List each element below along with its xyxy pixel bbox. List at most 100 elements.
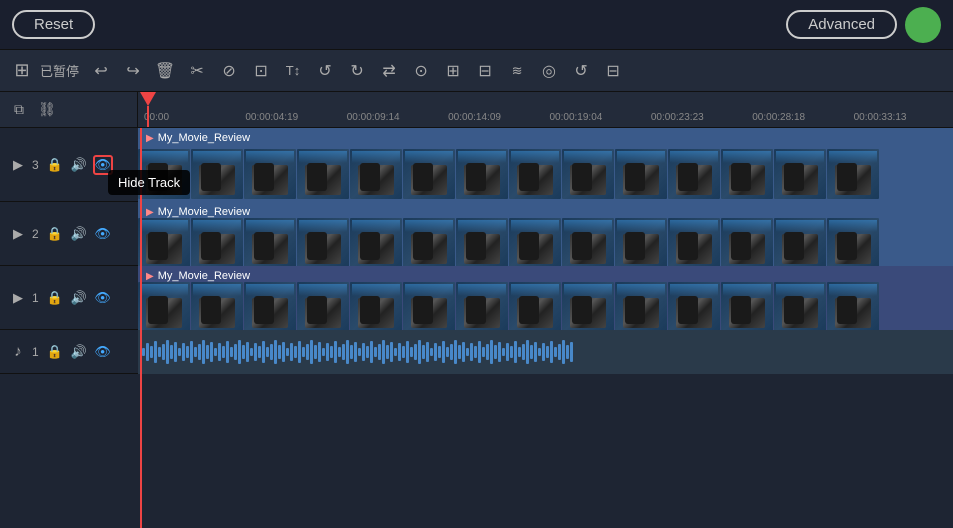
delete-icon[interactable]: 🗑 bbox=[151, 57, 179, 85]
thumb bbox=[827, 218, 879, 266]
thumb bbox=[456, 218, 508, 266]
ruler-mark-7: 00:00:33:13 bbox=[852, 112, 953, 123]
top-bar-right: Advanced bbox=[786, 7, 941, 43]
audio-track-number: 1 bbox=[32, 345, 39, 359]
thumb bbox=[827, 149, 879, 199]
track-1-label: My_Movie_Review bbox=[146, 270, 250, 282]
ruler-mark-6: 00:00:28:18 bbox=[750, 112, 851, 123]
thumb bbox=[297, 218, 349, 266]
track-row-3: ▶ 3 🔒 🔊 👁 My_Movie_Review bbox=[0, 128, 953, 202]
track-1-controls: ▶ 1 🔒 🔊 👁 bbox=[0, 266, 138, 329]
track-3-lock-icon[interactable]: 🔒 bbox=[45, 155, 65, 175]
track-1-lock-icon[interactable]: 🔒 bbox=[45, 288, 65, 308]
audio-waveform bbox=[138, 337, 953, 367]
ruler-mark-0: 00:00 bbox=[142, 112, 243, 123]
ruler-mark-4: 00:00:19:04 bbox=[548, 112, 649, 123]
track-2-video-strip[interactable]: My_Movie_Review bbox=[138, 202, 953, 266]
thumb bbox=[509, 218, 561, 266]
text-icon[interactable]: T↕ bbox=[279, 57, 307, 85]
thumb bbox=[244, 218, 296, 266]
cut-icon[interactable]: ✂ bbox=[183, 57, 211, 85]
target-icon[interactable]: ◎ bbox=[535, 57, 563, 85]
thumb bbox=[721, 218, 773, 266]
thumb bbox=[615, 282, 667, 330]
track-1-play-icon[interactable]: ▶ bbox=[8, 288, 28, 308]
audio-track-controls: ♪ 1 🔒 🔊 👁 bbox=[0, 330, 138, 373]
track-3-volume-icon[interactable]: 🔊 bbox=[69, 155, 89, 175]
track-1-eye-icon[interactable]: 👁 bbox=[93, 288, 113, 308]
thumb bbox=[138, 218, 190, 266]
resize-icon[interactable]: ⊞ bbox=[439, 57, 467, 85]
disable-icon[interactable]: ⊘ bbox=[215, 57, 243, 85]
thumb bbox=[827, 282, 879, 330]
ruler-mark-2: 00:00:09:14 bbox=[345, 112, 446, 123]
redo-icon[interactable]: ↪ bbox=[119, 57, 147, 85]
track-2-volume-icon[interactable]: 🔊 bbox=[69, 224, 89, 244]
thumb bbox=[562, 282, 614, 330]
thumb bbox=[350, 282, 402, 330]
track-3-play-icon[interactable]: ▶ bbox=[8, 155, 28, 175]
track-3-controls: ▶ 3 🔒 🔊 👁 bbox=[0, 128, 138, 201]
speed-icon[interactable]: ↺ bbox=[567, 57, 595, 85]
thumb bbox=[403, 149, 455, 199]
track-2-controls: ▶ 2 🔒 🔊 👁 bbox=[0, 202, 138, 265]
thumb bbox=[350, 218, 402, 266]
thumb bbox=[244, 282, 296, 330]
thumb bbox=[191, 282, 243, 330]
thumb bbox=[774, 218, 826, 266]
playhead-triangle bbox=[140, 92, 156, 106]
copy-icon[interactable]: ⧉ bbox=[8, 99, 30, 121]
thumb bbox=[350, 149, 402, 199]
ruler-mark-5: 00:00:23:23 bbox=[649, 112, 750, 123]
flip-icon[interactable]: ⇄ bbox=[375, 57, 403, 85]
undo-icon[interactable]: ↩ bbox=[87, 57, 115, 85]
reset-button[interactable]: Reset bbox=[12, 10, 95, 39]
playhead-line-ruler bbox=[147, 106, 149, 127]
thumb bbox=[509, 149, 561, 199]
thumb bbox=[456, 282, 508, 330]
thumb bbox=[615, 218, 667, 266]
green-button[interactable] bbox=[905, 7, 941, 43]
track-row-2: ▶ 2 🔒 🔊 👁 My_Movie_Review bbox=[0, 202, 953, 266]
track-2-number: 2 bbox=[32, 227, 39, 241]
rotate-right-icon[interactable]: ↻ bbox=[343, 57, 371, 85]
track-2-eye-icon[interactable]: 👁 bbox=[93, 224, 113, 244]
link-icon[interactable]: ⛓ bbox=[36, 99, 58, 121]
track-3-eye-icon[interactable]: 👁 bbox=[93, 155, 113, 175]
main-area: ⧉ ⛓ 00:00 00:00:04:19 00:00:09:14 00:00:… bbox=[0, 92, 953, 528]
status-label: 已暂停 bbox=[40, 61, 79, 80]
audio-lock-icon[interactable]: 🔒 bbox=[45, 342, 65, 362]
track-3-label: My_Movie_Review bbox=[146, 132, 250, 144]
wave-icon[interactable]: ≋ bbox=[503, 57, 531, 85]
thumb bbox=[138, 282, 190, 330]
thumb bbox=[244, 149, 296, 199]
track-2-lock-icon[interactable]: 🔒 bbox=[45, 224, 65, 244]
track-2-label: My_Movie_Review bbox=[146, 206, 250, 218]
adjust-icon[interactable]: ⊟ bbox=[471, 57, 499, 85]
timeline-ruler: 00:00 00:00:04:19 00:00:09:14 00:00:14:0… bbox=[138, 92, 953, 128]
track-1-number: 1 bbox=[32, 291, 39, 305]
thumb bbox=[403, 282, 455, 330]
track-1-volume-icon[interactable]: 🔊 bbox=[69, 288, 89, 308]
thumb bbox=[456, 149, 508, 199]
top-bar-left: Reset bbox=[12, 10, 95, 39]
audio-eye-icon[interactable]: 👁 bbox=[93, 342, 113, 362]
advanced-button[interactable]: Advanced bbox=[786, 10, 897, 39]
audio-note-icon: ♪ bbox=[8, 342, 28, 362]
thumb bbox=[297, 149, 349, 199]
rotate-left-icon[interactable]: ↺ bbox=[311, 57, 339, 85]
track-1-video-strip[interactable]: My_Movie_Review bbox=[138, 266, 953, 330]
thumb bbox=[297, 282, 349, 330]
track-3-number: 3 bbox=[32, 158, 39, 172]
audio-volume-icon[interactable]: 🔊 bbox=[69, 342, 89, 362]
crop-icon[interactable]: ⊡ bbox=[247, 57, 275, 85]
thumb bbox=[774, 282, 826, 330]
split-icon[interactable]: ⊟ bbox=[599, 57, 627, 85]
track-row-audio: ♪ 1 🔒 🔊 👁 bbox=[0, 330, 953, 374]
track-3-video-strip[interactable]: My_Movie_Review bbox=[138, 128, 953, 202]
timer-icon[interactable]: ⊙ bbox=[407, 57, 435, 85]
audio-strip[interactable] bbox=[138, 330, 953, 374]
track-2-play-icon[interactable]: ▶ bbox=[8, 224, 28, 244]
ruler-marks: 00:00 00:00:04:19 00:00:09:14 00:00:14:0… bbox=[138, 112, 953, 123]
thumb bbox=[668, 149, 720, 199]
